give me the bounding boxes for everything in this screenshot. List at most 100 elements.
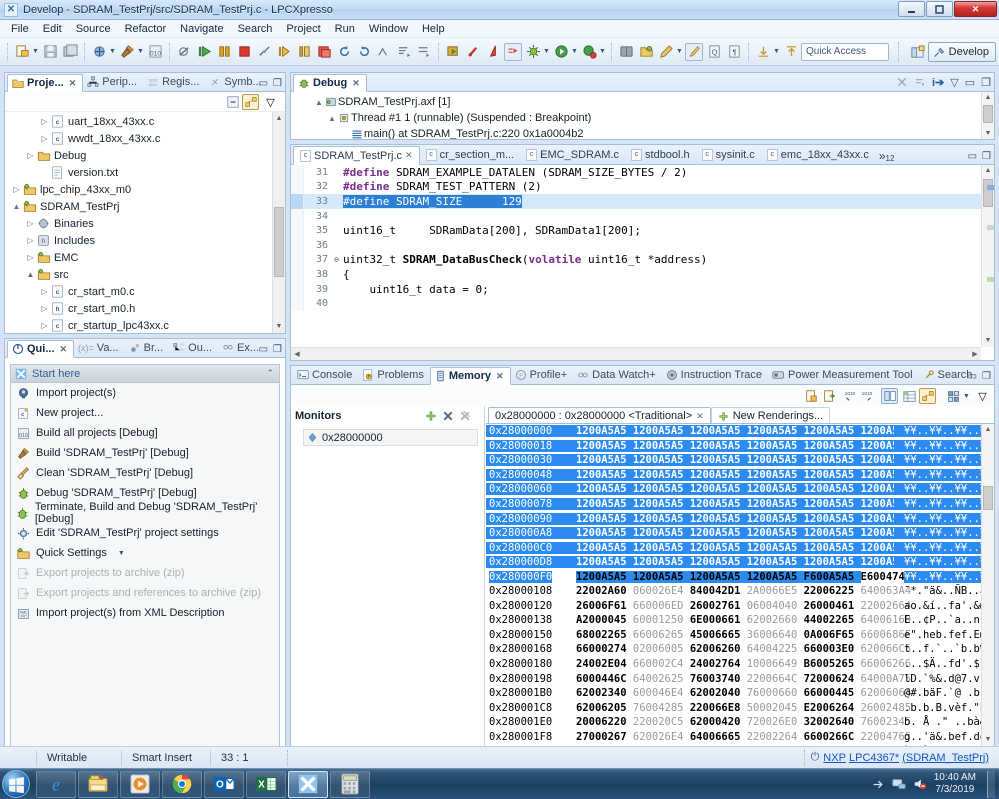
scroll-thumb[interactable] xyxy=(274,207,284,277)
bottom-tab[interactable]: Memory ✕ xyxy=(429,367,511,385)
tab-new-renderings[interactable]: New Renderings... xyxy=(710,407,831,424)
debug-config-dropdown-icon[interactable]: ▼ xyxy=(543,43,550,61)
new-file-icon[interactable] xyxy=(13,43,31,61)
quickstart-item[interactable]: Edit 'SDRAM_TestPrj' project settings xyxy=(11,523,279,543)
monitor-list[interactable]: 0x28000000 xyxy=(291,429,484,446)
save-icon[interactable] xyxy=(41,43,59,61)
step-return-icon[interactable] xyxy=(315,43,333,61)
debug-scrollbar[interactable]: ▲ ▼ xyxy=(981,92,994,139)
editor-marker-column[interactable] xyxy=(291,179,304,195)
close-icon[interactable]: ✕ xyxy=(405,150,413,161)
memory-hex-data[interactable]: 1200A5A5 1200A5A5 1200A5A5 1200A5A5 1200… xyxy=(570,454,911,467)
remove-all-monitors-icon[interactable] xyxy=(458,409,472,423)
status-target-vendor[interactable]: NXP xyxy=(823,752,846,764)
expand-arrow-icon[interactable]: ▷ xyxy=(39,134,50,143)
next-annotation-icon[interactable] xyxy=(754,43,772,61)
editor-vertical-scrollbar[interactable]: ▲ ▼ xyxy=(981,165,994,347)
menu-item-navigate[interactable]: Navigate xyxy=(173,22,230,36)
scroll-thumb[interactable] xyxy=(983,486,993,510)
status-target-device[interactable]: LPC4367* xyxy=(849,752,899,764)
minimize-icon[interactable]: ▭ xyxy=(259,344,268,355)
memory-ascii-data[interactable]: ¥¥..¥¥..¥¥..¥¥..¥¥..¥¥.. xyxy=(894,483,994,496)
step-into-icon[interactable] xyxy=(275,43,293,61)
editor-tab[interactable]: c sysinit.c xyxy=(696,145,761,164)
memory-ascii-data[interactable]: b. Å ." ..bà&.r@&.2E#.v xyxy=(894,716,994,728)
memory-row[interactable]: 0x28000030 1200A5A5 1200A5A5 1200A5A5 120… xyxy=(486,453,994,468)
tree-item[interactable]: ▷ lpc_chip_43xx_m0 xyxy=(5,181,272,198)
scroll-down-icon[interactable]: ▼ xyxy=(982,128,994,139)
memory-hex-data[interactable]: 1200A5A5 1200A5A5 1200A5A5 1200A5A5 1200… xyxy=(570,498,911,510)
volume-muted-icon[interactable] xyxy=(913,777,927,791)
coverage-icon[interactable] xyxy=(580,43,598,61)
memory-ascii-data[interactable]: ¥¥..¥¥..¥¥..¥¥..¥¥..¥¥.. xyxy=(894,439,994,452)
disconnect-icon[interactable] xyxy=(255,43,273,61)
memory-hex-data[interactable]: 1200A5A5 1200A5A5 1200A5A5 1200A5A5 1200… xyxy=(570,483,911,496)
editor-marker-column[interactable] xyxy=(291,252,304,268)
quickstart-item[interactable]: XML Import project(s) from XML Descriptio… xyxy=(11,603,279,623)
quickstart-section-header[interactable]: Start here ⌃ xyxy=(11,365,279,383)
expand-arrow-icon[interactable]: ▷ xyxy=(39,321,50,330)
menu-item-search[interactable]: Search xyxy=(231,22,280,36)
build-hammer-icon[interactable] xyxy=(118,43,136,61)
editor-marker-column[interactable] xyxy=(291,194,304,209)
step-over-icon[interactable] xyxy=(295,43,313,61)
scroll-down-icon[interactable]: ▼ xyxy=(982,335,994,347)
editor-tab[interactable]: c stdbool.h xyxy=(625,145,696,164)
memory-ascii-data[interactable]: .b.b.B.vèf."E .Pdb.â.$.& xyxy=(894,702,994,714)
memory-hex-data[interactable]: 1200A5A5 1200A5A5 1200A5A5 1200A5A5 1200… xyxy=(570,556,911,569)
memory-hex-data[interactable]: 68002265 66006265 45006665 36006640 0A00… xyxy=(570,629,911,641)
tree-item[interactable]: ▷ EMC xyxy=(5,249,272,266)
minimize-icon[interactable]: ▭ xyxy=(965,76,975,89)
bottom-tab[interactable]: Instruction Trace xyxy=(662,366,768,384)
tree-item[interactable]: ▷ Binaries xyxy=(5,215,272,232)
start-orb-icon[interactable] xyxy=(2,770,30,798)
tab-registers[interactable]: 1010 0101 Regis... xyxy=(143,73,205,91)
maximize-icon[interactable]: ❐ xyxy=(273,344,282,355)
memory-hex-data[interactable]: 1200A5A5 1200A5A5 1200A5A5 1200A5A5 1200… xyxy=(570,468,911,481)
ruler-icon[interactable] xyxy=(484,43,502,61)
close-icon[interactable]: ✕ xyxy=(69,78,77,89)
quick-access-input[interactable]: Quick Access xyxy=(801,43,889,61)
memory-hex-data[interactable]: A2000045 60001250 6E000661 62002660 4400… xyxy=(570,614,911,626)
debug-icon[interactable] xyxy=(90,43,108,61)
scroll-up-icon[interactable]: ▲ xyxy=(982,165,994,177)
memory-ascii-data[interactable]: ¥¥..¥¥..¥¥..¥¥..¥¥..¥¥.. xyxy=(894,541,994,554)
tree-item[interactable]: ▷ h Includes xyxy=(5,232,272,249)
tab-outline[interactable]: Ou... xyxy=(169,339,218,357)
memory-hex-data[interactable]: 1200A5A5 1200A5A5 1200A5A5 1200A5A5 F600… xyxy=(570,570,911,583)
memory-hex-data[interactable]: 6000446C 64002625 76003740 2200664C 7200… xyxy=(570,673,911,685)
code-line[interactable]: 33 #define SDRAM_SIZE 129 xyxy=(291,194,994,209)
terminate-icon[interactable] xyxy=(235,43,253,61)
project-tree-scrollbar[interactable]: ▲ ▼ xyxy=(272,112,285,333)
code-lines[interactable]: 31 #define SDRAM_EXAMPLE_DATALEN (SDRAM_S… xyxy=(291,165,994,311)
quickstart-item[interactable]: Build 'SDRAM_TestPrj' [Debug] xyxy=(11,443,279,463)
maximize-icon[interactable]: ❐ xyxy=(981,76,991,89)
tree-item[interactable]: ▷ c cr_start_m0.c xyxy=(5,283,272,300)
tab-variables[interactable]: (x)= Va... xyxy=(74,339,125,357)
editor-tab[interactable]: c emc_18xx_43xx.c xyxy=(761,145,875,164)
expand-arrow-icon[interactable]: ▲ xyxy=(25,270,36,279)
view-menu-icon[interactable]: ▽ xyxy=(974,388,991,404)
toggle-breakpoint-icon[interactable] xyxy=(464,43,482,61)
memory-row[interactable]: 0x280001F8 27000267 620026E4 64006665 220… xyxy=(486,729,994,744)
quickstart-item[interactable]: Import project(s) xyxy=(11,383,279,403)
memory-row[interactable]: 0x280001B0 62002340 600046E4 62002040 760… xyxy=(486,686,994,701)
debug-stack-tree[interactable]: ▲ SDRAM_TestPrj.axf [1] ▲ Thread #1 1 (runn… xyxy=(291,92,981,139)
debug-tree-item[interactable]: ▲ SDRAM_TestPrj.axf [1] xyxy=(291,94,981,110)
file-explorer-icon[interactable] xyxy=(78,770,118,798)
memory-row[interactable]: 0x28000138 A2000045 60001250 6E000661 620… xyxy=(486,613,994,628)
code-line[interactable]: 38 { xyxy=(291,267,994,282)
expand-arrow-icon[interactable]: ▷ xyxy=(39,117,50,126)
expand-arrow-icon[interactable]: ▷ xyxy=(25,219,36,228)
bottom-tab[interactable]: Problems xyxy=(358,366,429,384)
memory-hex-data[interactable]: 1200A5A5 1200A5A5 1200A5A5 1200A5A5 1200… xyxy=(570,527,911,540)
tab-project-explorer[interactable]: Proje... ✕ xyxy=(7,74,84,92)
editor-tab[interactable]: c cr_section_m... xyxy=(420,145,521,164)
expand-arrow-icon[interactable]: ▷ xyxy=(11,185,22,194)
reset-icon[interactable] xyxy=(355,43,373,61)
memory-ascii-data[interactable]: ¥¥..¥¥..¥¥..¥¥..¥¥..o@G.æ xyxy=(894,570,994,583)
quickstart-item[interactable]: c New project... xyxy=(11,403,279,423)
prev-annotation-icon[interactable] xyxy=(782,43,800,61)
memory-hex-data[interactable]: 66000274 02006005 62006260 64004225 6600… xyxy=(570,643,911,655)
maximize-icon[interactable]: ❐ xyxy=(982,151,991,162)
